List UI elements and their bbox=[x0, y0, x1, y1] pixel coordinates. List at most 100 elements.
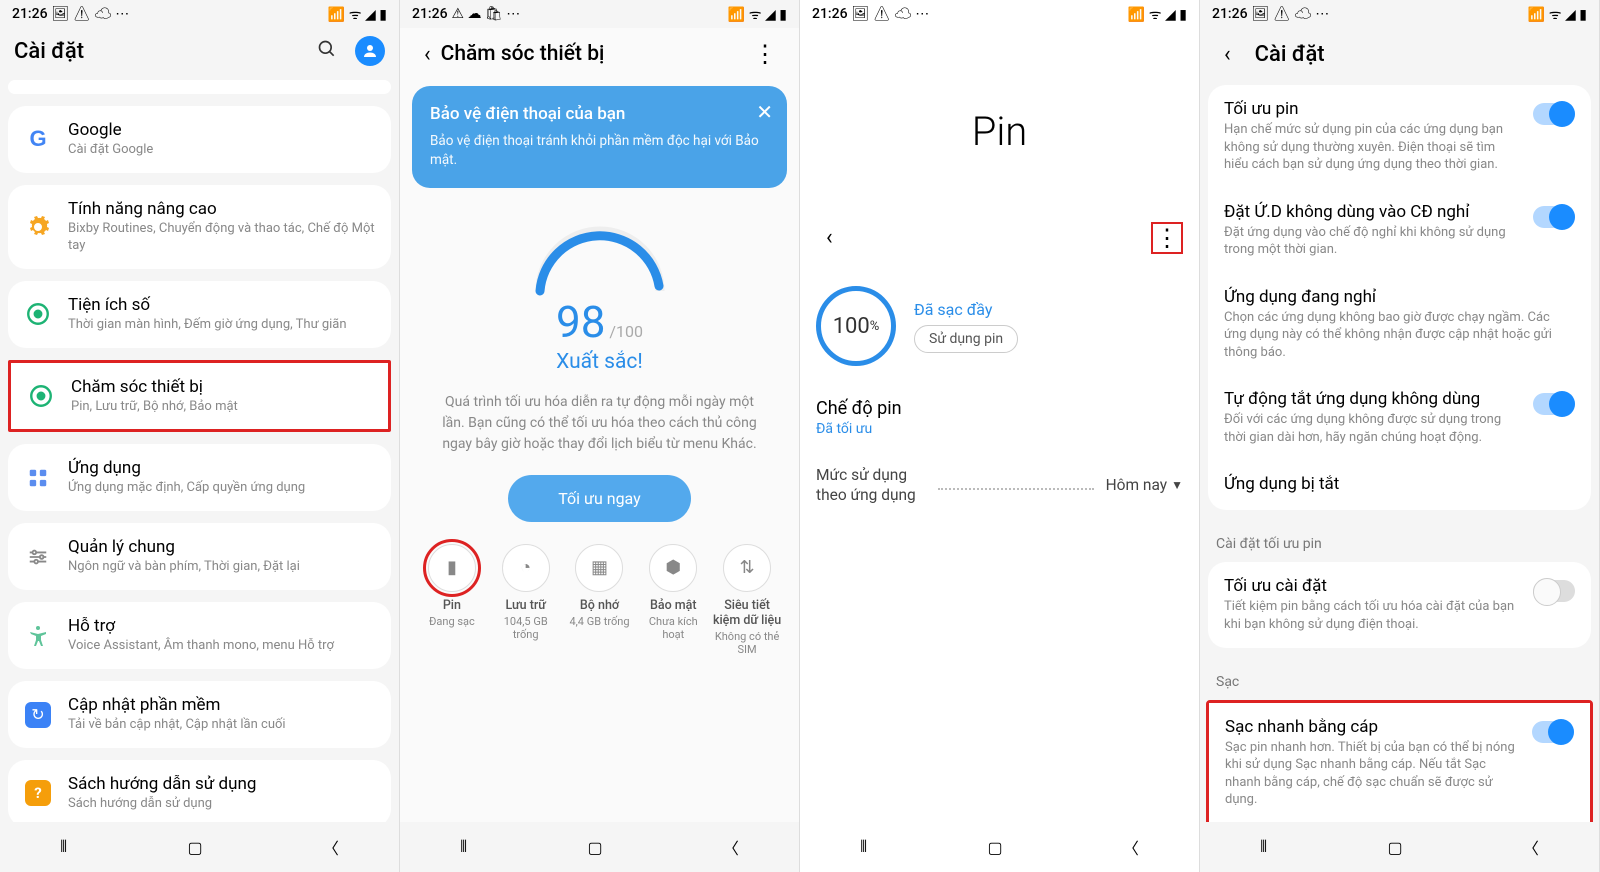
battery-usage-chip[interactable]: Sử dụng pin bbox=[914, 325, 1018, 353]
home-button[interactable]: ▢ bbox=[587, 838, 602, 857]
shortcut-icon: ⬢ bbox=[649, 544, 697, 592]
score-max: /100 bbox=[609, 322, 643, 341]
nav-bar: ⦀ ▢ 〈 bbox=[800, 822, 1199, 872]
recents-button[interactable]: ⦀ bbox=[860, 837, 867, 857]
toggle-sub: Đặt ứng dụng vào chế độ nghỉ khi không s… bbox=[1224, 224, 1519, 259]
security-banner[interactable]: Bảo vệ điện thoại của bạn Bảo vệ điện th… bbox=[412, 86, 787, 188]
avatar[interactable] bbox=[355, 36, 385, 66]
device-care-header: ‹ Chăm sóc thiết bị ⋮ bbox=[400, 28, 799, 86]
back-arrow-icon[interactable]: ‹ bbox=[1214, 38, 1241, 71]
back-button[interactable]: 〈 bbox=[1523, 835, 1539, 859]
search-icon[interactable] bbox=[317, 39, 337, 63]
status-bar: 21:26⚠ ☁ 🛍 ⋯ 📶 ᯤ ◢ ▮ bbox=[400, 0, 799, 28]
shortcut-bộ nhớ[interactable]: ▦Bộ nhớ4,4 GB trống bbox=[564, 544, 636, 656]
care-icon bbox=[27, 382, 55, 410]
status-icons-right: 📶 ᯤ ◢ ▮ bbox=[728, 5, 787, 24]
home-button[interactable]: ▢ bbox=[1387, 838, 1402, 857]
more-icon[interactable]: ⋮ bbox=[745, 36, 785, 72]
toggle-switch[interactable] bbox=[1532, 721, 1574, 743]
more-icon[interactable]: ⋮ bbox=[1151, 222, 1183, 254]
banner-title: Bảo vệ điện thoại của bạn bbox=[430, 104, 769, 124]
shortcut-label: Lưu trữ bbox=[490, 598, 562, 613]
optimize-button[interactable]: Tối ưu ngay bbox=[508, 475, 690, 522]
settings-item-5[interactable]: Quản lý chungNgôn ngữ và bàn phím, Thời … bbox=[8, 523, 391, 590]
settings-item-2[interactable]: Tiện ích sốThời gian màn hình, Đếm giờ ứ… bbox=[8, 281, 391, 348]
phone-battery: 21:26🖼 ⚠ ☁ ⋯ 📶 ᯤ ◢ ▮ Pin ‹ ⋮ 100% Đã sạc… bbox=[800, 0, 1200, 872]
home-button[interactable]: ▢ bbox=[987, 838, 1002, 857]
shortcut-sub: 4,4 GB trống bbox=[564, 615, 636, 628]
settings-item-4[interactable]: Ứng dụngỨng dụng mặc định, Cấp quyền ứng… bbox=[8, 444, 391, 511]
item-title: Google bbox=[68, 120, 375, 140]
toggle-item[interactable]: Ứng dụng đang nghỉChọn các ứng dụng khôn… bbox=[1208, 273, 1591, 376]
toggle-item[interactable]: Tự động tắt ứng dụng không dùngĐối với c… bbox=[1208, 375, 1591, 460]
settings-item-6[interactable]: Hỗ trợVoice Assistant, Âm thanh mono, me… bbox=[8, 602, 391, 669]
shortcut-sub: Đang sạc bbox=[416, 615, 488, 628]
toggle-sub: Sạc pin nhanh hơn. Thiết bị của bạn có t… bbox=[1225, 739, 1518, 809]
toggle-switch[interactable] bbox=[1533, 103, 1575, 125]
toggle-sub: Chọn các ứng dụng không bao giờ được chạ… bbox=[1224, 309, 1575, 362]
item-title: Tính năng nâng cao bbox=[68, 199, 375, 219]
toggle-switch[interactable] bbox=[1533, 580, 1575, 602]
battery-settings-content[interactable]: Tối ưu pinHạn chế mức sử dụng pin của cá… bbox=[1200, 85, 1599, 822]
group-charging: Sạc nhanh bằng cápSạc pin nhanh hơn. Thi… bbox=[1209, 703, 1590, 822]
back-button[interactable]: 〈 bbox=[1123, 835, 1139, 859]
recents-button[interactable]: ⦀ bbox=[1260, 837, 1267, 857]
battery-circle-icon: 100% bbox=[816, 286, 896, 366]
toggle-switch[interactable] bbox=[1533, 206, 1575, 228]
status-icons-right: 📶 ᯤ ◢ ▮ bbox=[328, 5, 387, 24]
shortcut-icon: ◔ bbox=[502, 544, 550, 592]
nav-bar: ⦀ ▢ 〈 bbox=[0, 822, 399, 872]
page-title: Pin bbox=[800, 28, 1199, 215]
settings-item-7[interactable]: ↻Cập nhật phần mềmTải về bản cập nhật, C… bbox=[8, 681, 391, 748]
app-usage-row[interactable]: Mức sử dụng theo ứng dụng Hôm nay▼ bbox=[800, 455, 1199, 515]
settings-item-0[interactable]: GGoogleCài đặt Google bbox=[8, 106, 391, 173]
shortcut-label: Siêu tiết kiệm dữ liệu bbox=[711, 598, 783, 628]
settings-content[interactable]: GGoogleCài đặt Google Tính năng nâng caoB… bbox=[0, 80, 399, 822]
shortcut-sub: Không có thẻ SIM bbox=[711, 630, 783, 656]
item-subtitle: Ngôn ngữ và bàn phím, Thời gian, Đặt lại bbox=[68, 559, 375, 576]
toggle-item[interactable]: Tối ưu cài đặtTiết kiệm pin bằng cách tố… bbox=[1208, 562, 1591, 647]
shortcut-lưu trữ[interactable]: ◔Lưu trữ104,5 GB trống bbox=[490, 544, 562, 656]
manual-icon: ? bbox=[24, 779, 52, 807]
home-button[interactable]: ▢ bbox=[187, 838, 202, 857]
device-care-content[interactable]: Bảo vệ điện thoại của bạn Bảo vệ điện th… bbox=[400, 86, 799, 822]
close-icon[interactable]: ✕ bbox=[756, 100, 773, 124]
battery-mode[interactable]: Chế độ pin Đã tối ưu bbox=[800, 390, 1199, 455]
toggle-title: Tối ưu cài đặt bbox=[1224, 576, 1519, 596]
status-icons-left: ⚠ ☁ 🛍 ⋯ bbox=[452, 6, 521, 22]
status-icons-left: 🖼 ⚠ ☁ ⋯ bbox=[1252, 6, 1330, 22]
shortcut-siêu tiết kiệm dữ liệu[interactable]: ⇅Siêu tiết kiệm dữ liệuKhông có thẻ SIM bbox=[711, 544, 783, 656]
battery-subheader: ‹ ⋮ bbox=[800, 215, 1199, 274]
recents-button[interactable]: ⦀ bbox=[460, 837, 467, 857]
toggle-title: Ứng dụng bị tắt bbox=[1224, 474, 1575, 494]
shortcut-pin[interactable]: ▮PinĐang sạc bbox=[416, 544, 488, 656]
status-time: 21:26 bbox=[12, 6, 48, 22]
toggle-item[interactable]: Sạc nhanh bằng cápSạc pin nhanh hơn. Thi… bbox=[1209, 703, 1590, 822]
item-subtitle: Ứng dụng mặc định, Cấp quyền ứng dụng bbox=[68, 480, 375, 497]
chevron-down-icon[interactable]: ▼ bbox=[1171, 478, 1183, 492]
item-subtitle: Tải về bản cập nhật, Cập nhật lần cuối bbox=[68, 717, 375, 734]
recents-button[interactable]: ⦀ bbox=[60, 837, 67, 857]
settings-item-3[interactable]: Chăm sóc thiết bịPin, Lưu trữ, Bộ nhớ, B… bbox=[8, 360, 391, 433]
back-button[interactable]: 〈 bbox=[723, 835, 739, 859]
optimize-description: Quá trình tối ưu hóa diễn ra tự động mỗi… bbox=[412, 378, 787, 475]
item-subtitle: Pin, Lưu trữ, Bộ nhớ, Bảo mật bbox=[71, 399, 372, 416]
toggle-sub: Hạn chế mức sử dụng pin của các ứng dụng… bbox=[1224, 121, 1519, 174]
settings-item-8[interactable]: ?Sách hướng dẫn sử dụngSách hướng dẫn sử… bbox=[8, 760, 391, 822]
score-arc-icon bbox=[525, 216, 675, 296]
usage-label: Mức sử dụng theo ứng dụng bbox=[816, 465, 926, 505]
status-bar: 21:26🖼 ⚠ ☁ ⋯ 📶 ᯤ ◢ ▮ bbox=[800, 0, 1199, 28]
battery-settings-header: ‹ Cài đặt bbox=[1200, 28, 1599, 85]
phone-battery-settings: 21:26🖼 ⚠ ☁ ⋯ 📶 ᯤ ◢ ▮ ‹ Cài đặt Tối ưu pi… bbox=[1200, 0, 1600, 872]
shortcut-bảo mật[interactable]: ⬢Bảo mậtChưa kích hoạt bbox=[637, 544, 709, 656]
status-bar: 21:26🖼 ⚠ ☁ ⋯ 📶 ᯤ ◢ ▮ bbox=[1200, 0, 1599, 28]
toggle-item[interactable]: Đặt Ứ.D không dùng vào CĐ nghỉĐặt ứng dụ… bbox=[1208, 188, 1591, 273]
back-button[interactable]: 〈 bbox=[323, 835, 339, 859]
toggle-item[interactable]: Tối ưu pinHạn chế mức sử dụng pin của cá… bbox=[1208, 85, 1591, 188]
back-arrow-icon[interactable]: ‹ bbox=[816, 221, 843, 254]
toggle-switch[interactable] bbox=[1533, 393, 1575, 415]
back-arrow-icon[interactable]: ‹ bbox=[414, 38, 441, 71]
page-title: Chăm sóc thiết bị bbox=[441, 42, 745, 66]
settings-item-1[interactable]: Tính năng nâng caoBixby Routines, Chuyển… bbox=[8, 185, 391, 269]
toggle-item[interactable]: Ứng dụng bị tắt bbox=[1208, 460, 1591, 510]
